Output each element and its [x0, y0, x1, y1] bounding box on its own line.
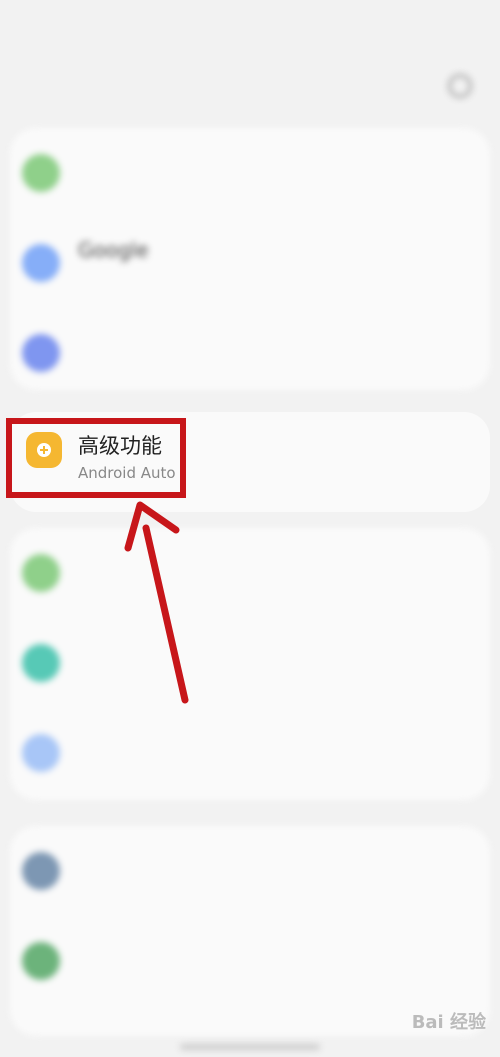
- accessibility-icon: [22, 942, 60, 980]
- settings-item-battery[interactable]: [10, 618, 490, 708]
- accounts-icon: [22, 334, 60, 372]
- highlight-subtitle: Android Auto: [78, 464, 176, 482]
- settings-item-accounts[interactable]: [10, 308, 490, 398]
- wellbeing-icon: [22, 554, 60, 592]
- settings-group-3: [10, 528, 490, 800]
- settings-item-connections[interactable]: [10, 128, 490, 218]
- settings-item-general[interactable]: [10, 826, 490, 916]
- settings-group-1: Google: [10, 128, 490, 390]
- battery-icon: [22, 644, 60, 682]
- search-icon[interactable]: [448, 74, 472, 98]
- settings-group-4: [10, 826, 490, 1036]
- highlight-title: 高级功能: [78, 434, 162, 458]
- settings-item-apps[interactable]: [10, 708, 490, 798]
- connections-icon: [22, 154, 60, 192]
- advanced-features-icon: [26, 432, 62, 468]
- gear-plus-icon: [37, 443, 51, 457]
- item-title: Google: [78, 238, 149, 262]
- google-icon: [22, 244, 60, 282]
- annotation-highlight-box: 高级功能 Android Auto: [6, 418, 186, 498]
- settings-item-google[interactable]: Google: [10, 218, 490, 308]
- settings-item-wellbeing[interactable]: [10, 528, 490, 618]
- app-bar: [0, 60, 500, 120]
- apps-icon: [22, 734, 60, 772]
- settings-item-accessibility[interactable]: [10, 916, 490, 1006]
- home-indicator: [180, 1044, 320, 1050]
- general-icon: [22, 852, 60, 890]
- watermark: Bai 经验: [411, 1012, 486, 1033]
- status-bar: [0, 0, 500, 60]
